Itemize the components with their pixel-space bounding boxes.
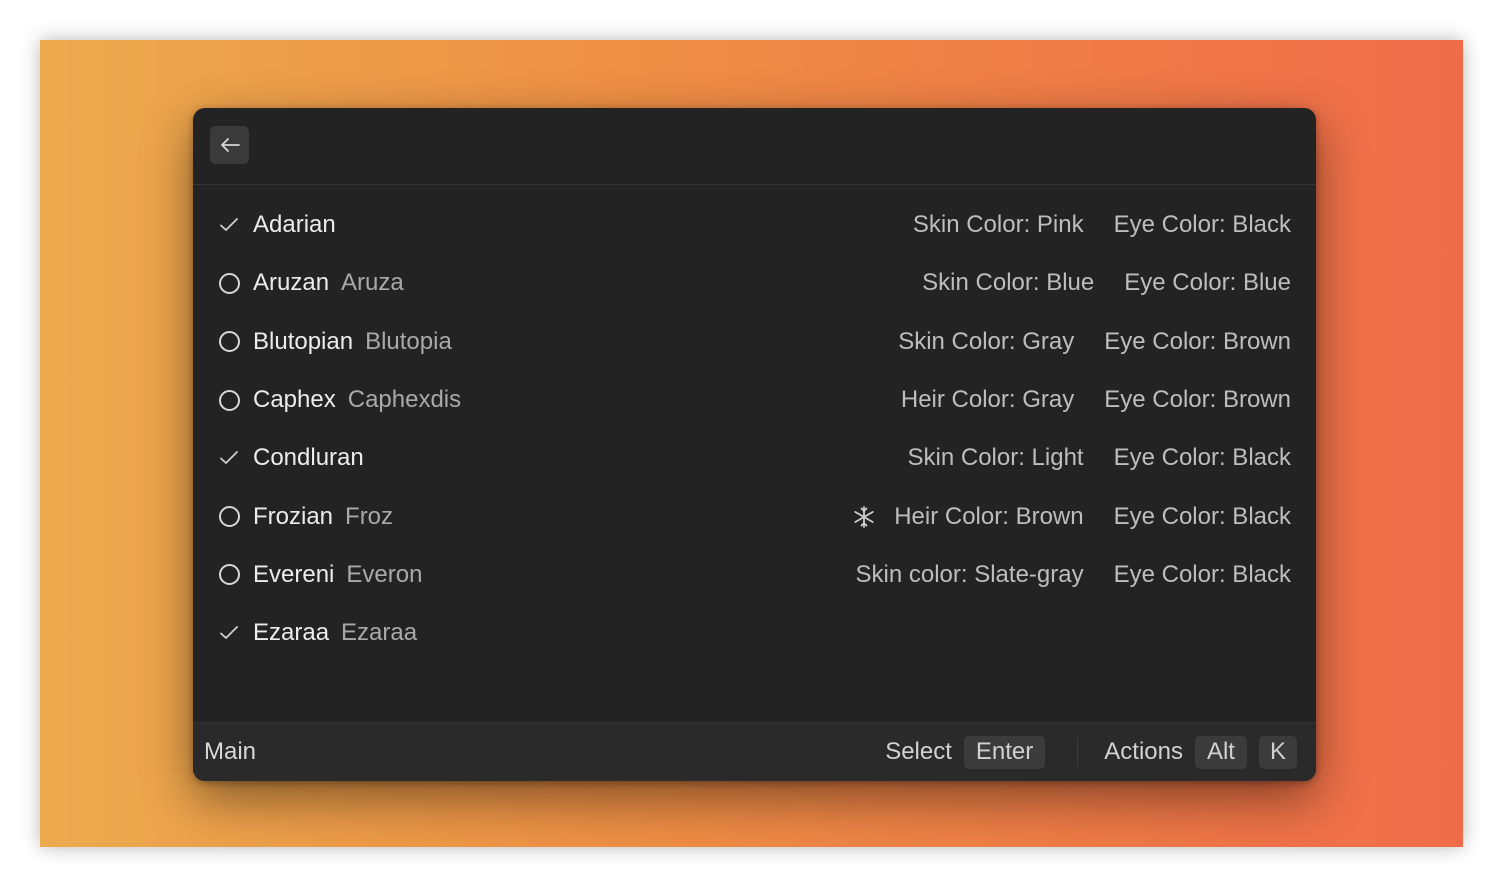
snowflake-icon [852, 505, 876, 529]
item-title-group: Frozian Froz [253, 503, 393, 531]
item-accessories: Skin Color: Pink Eye Color: Black [913, 211, 1291, 239]
alt-key-badge: Alt [1194, 735, 1247, 769]
accessory-primary: Skin color: Slate-gray [855, 560, 1084, 588]
accessory-primary: Skin Color: Pink [912, 211, 1084, 239]
item-subtitle: Froz [345, 502, 394, 530]
item-title-group: Ezaraa Ezaraa [253, 619, 417, 647]
accessory-eye-color: Eye Color: Brown [1104, 327, 1291, 355]
item-list: Adarian Skin Color: Pink Eye Color: Black A… [193, 196, 1316, 662]
circle-icon [217, 388, 241, 412]
accessory-primary: Heir Color: Brown [894, 502, 1084, 530]
footer-divider [1077, 738, 1079, 766]
item-accessories: Skin color: Slate-gray Eye Color: Black [856, 561, 1292, 589]
item-subtitle: Aruza [341, 269, 404, 297]
item-title-group: Evereni Everon [253, 561, 422, 589]
enter-key-badge: Enter [963, 735, 1046, 769]
item-subtitle: Ezaraa [341, 619, 418, 647]
accessory-primary: Heir Color: Gray [900, 386, 1075, 414]
item-title: Blutopian [253, 327, 354, 355]
list-item[interactable]: Caphex Caphexdis Heir Color: Gray Eye Color… [193, 371, 1316, 429]
item-title-group: Adarian [253, 211, 336, 239]
item-accessories: Skin Color: Gray Eye Color: Brown [898, 328, 1291, 356]
list-item[interactable]: Ezaraa Ezaraa [193, 604, 1316, 662]
item-subtitle: Caphexdis [347, 386, 462, 414]
item-subtitle: Blutopia [365, 327, 452, 355]
circle-icon [217, 330, 241, 354]
circle-icon [217, 505, 241, 529]
list-item[interactable]: Condluran Skin Color: Light Eye Color: Bla… [193, 429, 1316, 487]
list-item[interactable]: Blutopian Blutopia Skin Color: Gray Eye Col… [193, 313, 1316, 371]
item-accessories: Heir Color: Gray Eye Color: Brown [901, 386, 1291, 414]
accessory-primary: Skin Color: Gray [898, 327, 1075, 355]
arrow-left-icon [220, 138, 240, 152]
checkmark-icon [217, 621, 241, 645]
search-bar [193, 108, 1316, 185]
accessory-primary: Skin Color: Blue [922, 269, 1095, 297]
item-title-group: Blutopian Blutopia [253, 328, 452, 356]
list-item[interactable]: Frozian Froz Heir Color: Brown Eye Color: B… [193, 487, 1316, 545]
item-title-group: Aruzan Aruza [253, 269, 404, 297]
item-title: Frozian [253, 502, 334, 530]
item-accessories: Heir Color: Brown Eye Color: Black [852, 503, 1291, 531]
k-key-badge: K [1258, 735, 1297, 769]
item-title: Ezaraa [253, 619, 330, 647]
item-subtitle: Everon [346, 560, 423, 588]
footer-title: Main [204, 738, 257, 765]
actions-label[interactable]: Actions [1104, 738, 1183, 766]
back-button[interactable] [210, 126, 249, 164]
primary-action-label[interactable]: Select [885, 738, 952, 766]
circle-icon [217, 563, 241, 587]
checkmark-icon [217, 213, 241, 237]
accessory-primary: Skin Color: Light [907, 444, 1084, 472]
footer-actions: Select Enter Actions Alt K [885, 735, 1297, 769]
accessory-eye-color: Eye Color: Brown [1104, 386, 1291, 414]
item-title-group: Caphex Caphexdis [253, 386, 461, 414]
item-accessories: Skin Color: Light Eye Color: Black [908, 444, 1292, 472]
item-title: Evereni [253, 560, 335, 588]
accessory-eye-color: Eye Color: Black [1113, 444, 1291, 472]
accessory-eye-color: Eye Color: Blue [1124, 269, 1291, 297]
item-title: Condluran [253, 444, 364, 472]
accessory-eye-color: Eye Color: Black [1113, 211, 1291, 239]
action-bar: Main Select Enter Actions Alt K [193, 722, 1316, 781]
item-title: Caphex [253, 386, 336, 414]
item-title: Adarian [253, 211, 336, 239]
item-accessories: Skin Color: Blue Eye Color: Blue [922, 269, 1291, 297]
list-item[interactable]: Aruzan Aruza Skin Color: Blue Eye Color: Bl… [193, 254, 1316, 312]
item-title: Aruzan [253, 269, 330, 297]
accessory-eye-color: Eye Color: Black [1113, 502, 1291, 530]
checkmark-icon [217, 446, 241, 470]
circle-icon [217, 271, 241, 295]
accessory-eye-color: Eye Color: Black [1113, 560, 1291, 588]
item-title-group: Condluran [253, 444, 364, 472]
launcher-window: Adarian Skin Color: Pink Eye Color: Black A… [193, 108, 1316, 781]
list-item[interactable]: Adarian Skin Color: Pink Eye Color: Black [193, 196, 1316, 254]
list-item[interactable]: Evereni Everon Skin color: Slate-gray Eye C… [193, 546, 1316, 604]
